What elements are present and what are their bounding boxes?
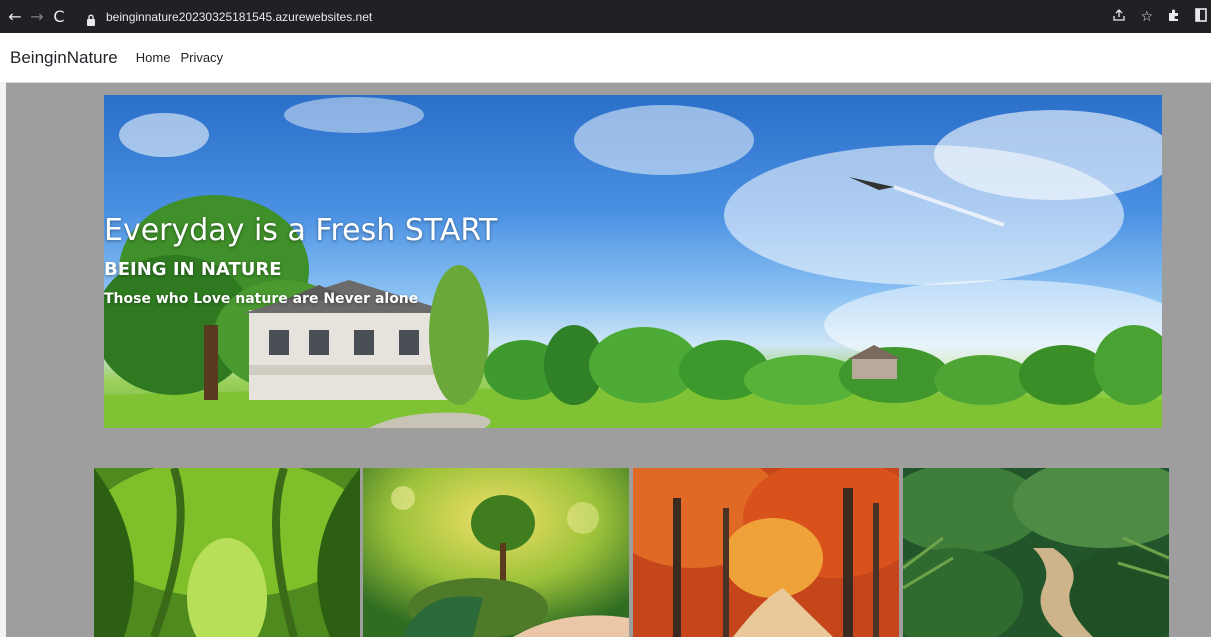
share-icon[interactable]	[1112, 8, 1126, 26]
back-arrow-icon[interactable]: ←	[4, 7, 26, 26]
address-bar[interactable]: beinginnature20230325181545.azurewebsite…	[86, 6, 1166, 27]
lock-icon	[86, 11, 98, 26]
page-edge	[0, 82, 6, 637]
site-navbar: BeinginNature Home Privacy	[0, 33, 1211, 83]
extensions-icon[interactable]	[1167, 8, 1181, 26]
hero-banner: Everyday is a Fresh START BEING IN NATUR…	[104, 95, 1162, 428]
gallery-image-forest-tunnel[interactable]	[94, 468, 360, 637]
gallery-image-autumn-forest[interactable]	[633, 468, 899, 637]
nav-link-home[interactable]: Home	[136, 50, 171, 65]
hero-title: Everyday is a Fresh START	[104, 213, 498, 248]
gallery-image-tree-in-hands[interactable]	[363, 468, 629, 637]
reload-icon[interactable]: C	[48, 7, 70, 26]
url-text: beinginnature20230325181545.azurewebsite…	[106, 9, 373, 24]
gallery-image-fern-boardwalk[interactable]	[903, 468, 1169, 637]
nav-link-privacy[interactable]: Privacy	[180, 50, 223, 65]
browser-toolbar: ← → C beinginnature20230325181545.azurew…	[0, 0, 1211, 33]
brand-link[interactable]: BeinginNature	[10, 48, 118, 68]
forward-arrow-icon[interactable]: →	[26, 7, 48, 26]
star-icon[interactable]: ☆	[1140, 9, 1153, 25]
hero-subtitle: BEING IN NATURE	[104, 259, 282, 280]
hero-tagline: Those who Love nature are Never alone	[104, 291, 419, 307]
window-icon[interactable]	[1195, 7, 1207, 26]
